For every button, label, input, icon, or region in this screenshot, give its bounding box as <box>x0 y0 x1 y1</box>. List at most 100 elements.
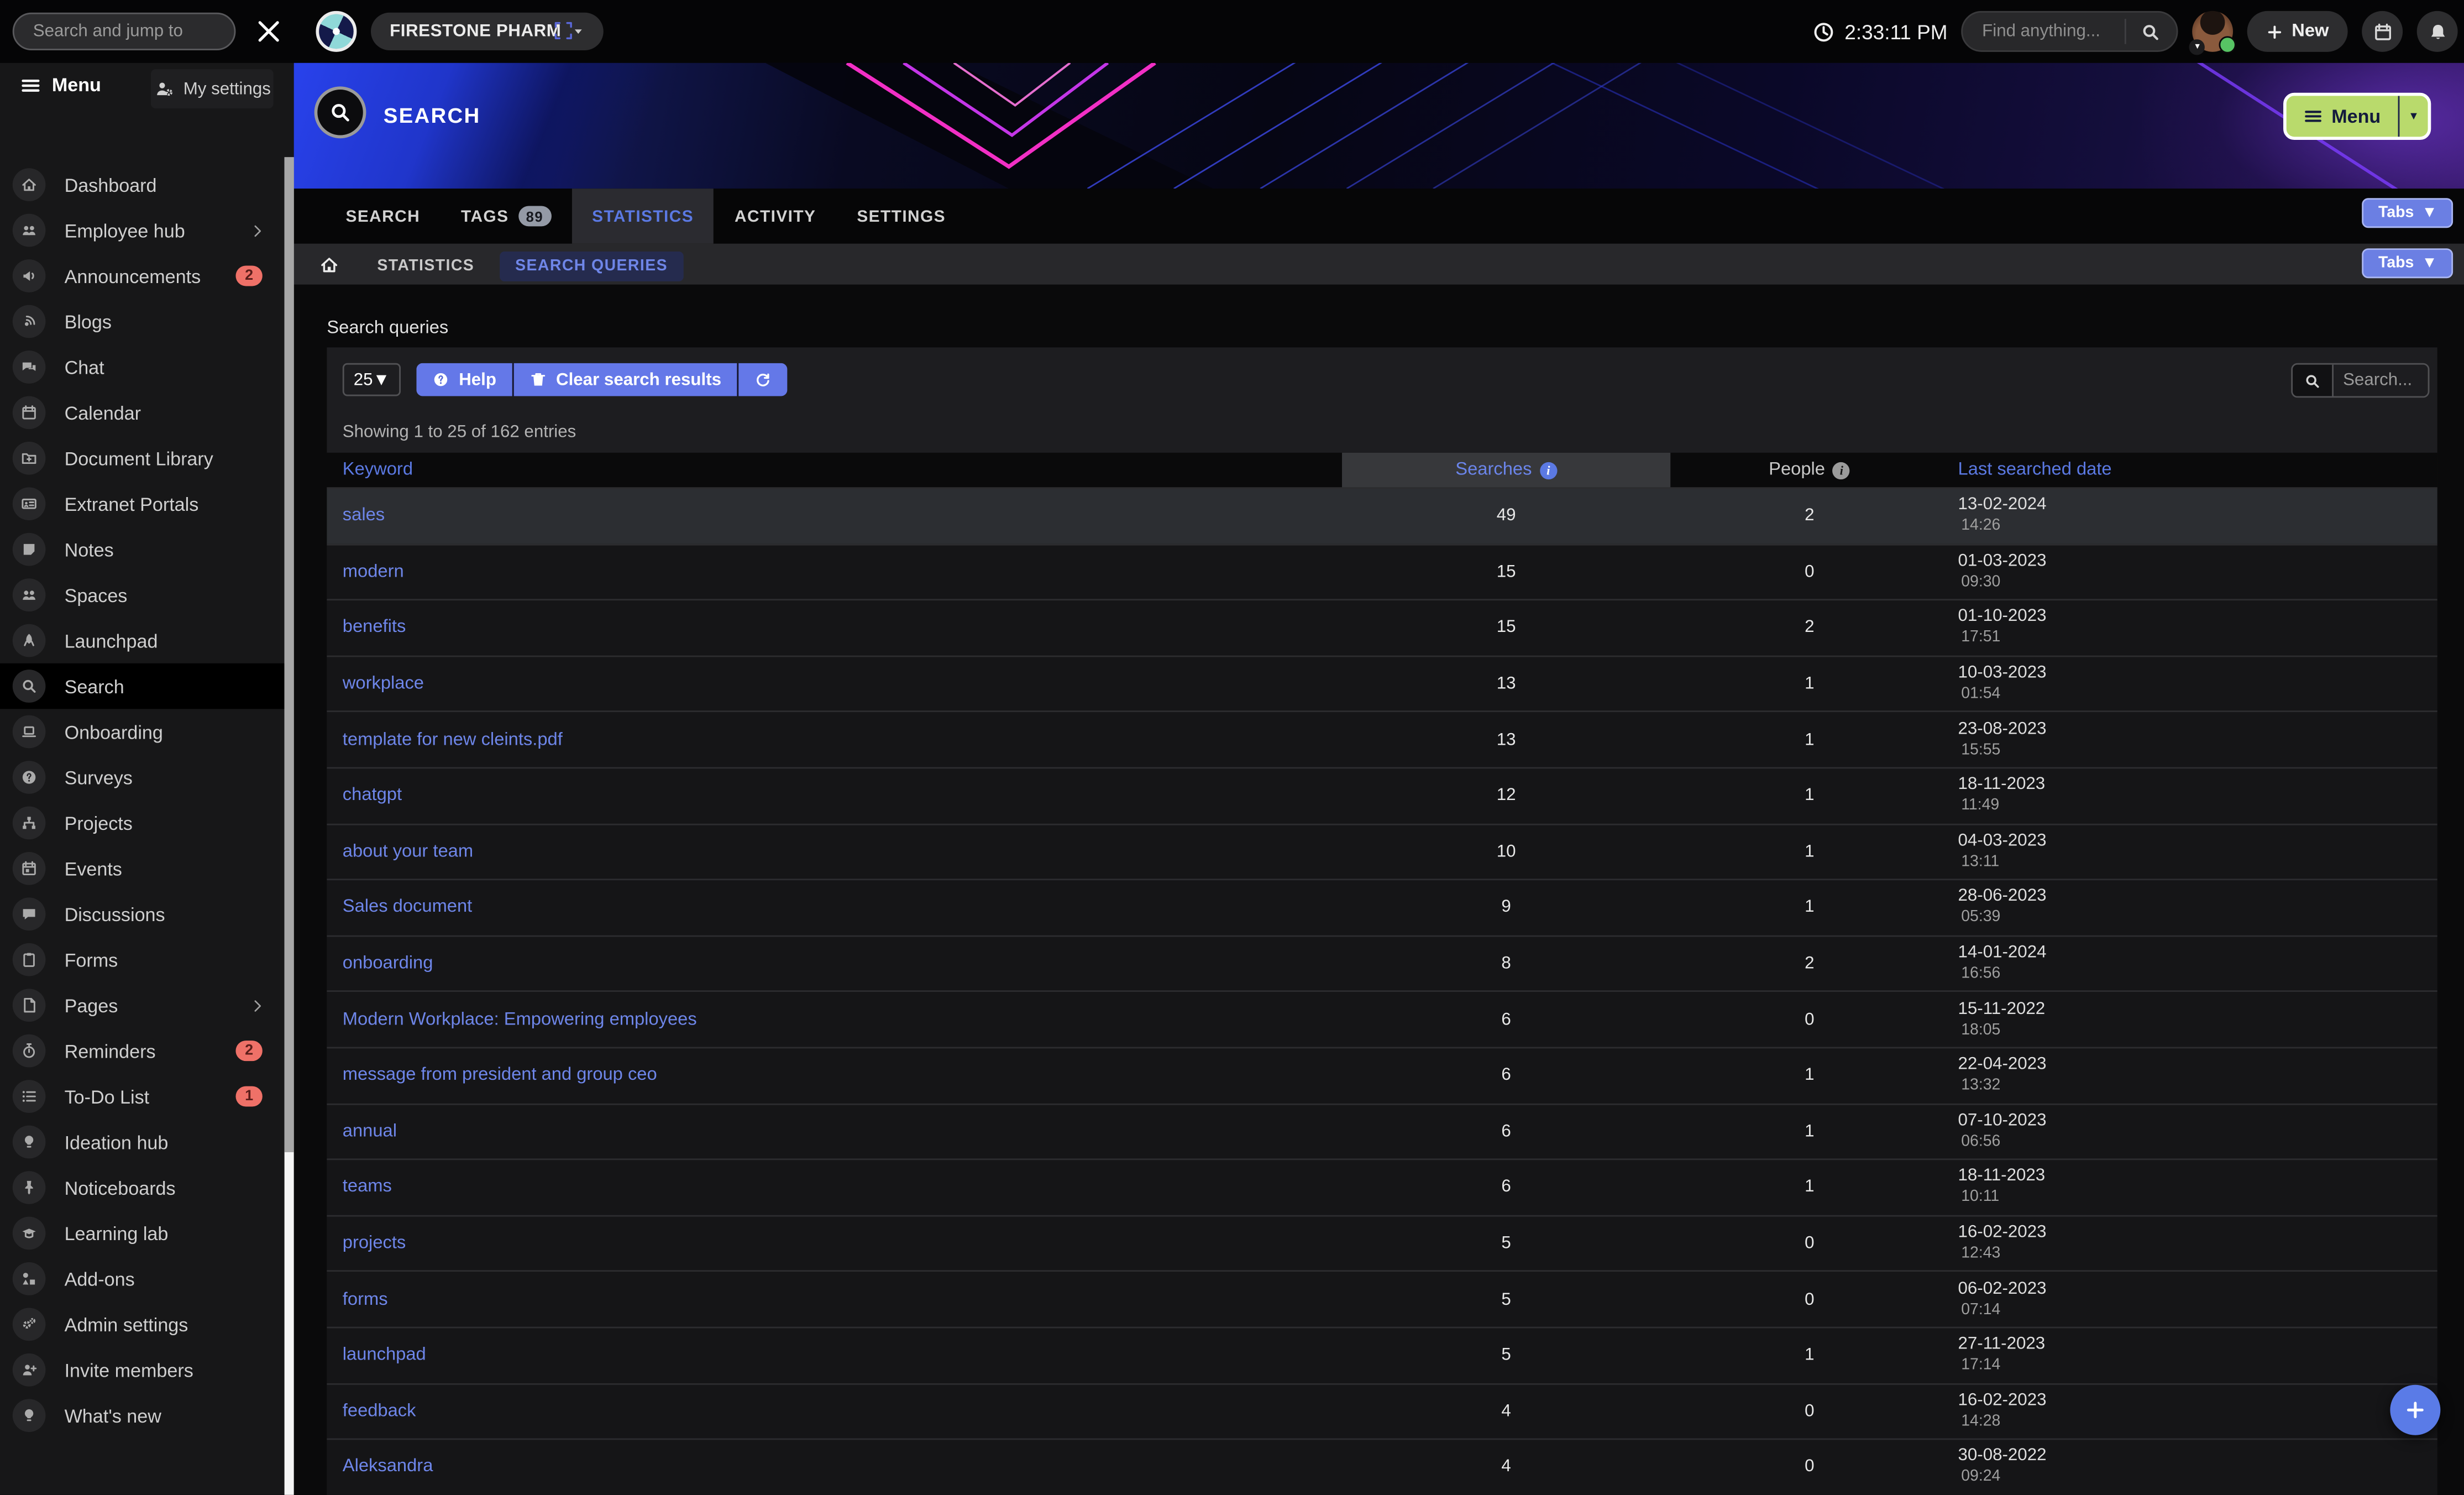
page-size-select[interactable]: 25 ▼ <box>343 363 401 396</box>
sidebar-item-announcements[interactable]: Announcements2 <box>0 253 285 299</box>
global-search-input[interactable] <box>1963 13 2142 50</box>
help-button[interactable]: Help <box>416 363 512 396</box>
column-header-people[interactable]: People i <box>1670 453 1948 488</box>
notifications-button[interactable] <box>2417 11 2458 52</box>
sidebar-item-ideation-hub[interactable]: Ideation hub <box>0 1119 285 1164</box>
clear-search-results-button[interactable]: Clear search results <box>513 363 737 396</box>
close-icon[interactable] <box>255 17 283 45</box>
column-header-last-searched[interactable]: Last searched date <box>1948 453 2437 488</box>
sidebar-item-label: Calendar <box>65 401 141 424</box>
keyword-link[interactable]: teams <box>343 1178 392 1197</box>
sidebar-menu-toggle[interactable]: Menu <box>20 74 101 96</box>
sidebar-item-label: Learning lab <box>65 1222 169 1245</box>
jump-search-input[interactable] <box>13 13 236 50</box>
keyword-link[interactable]: modern <box>343 563 404 582</box>
tab-statistics[interactable]: STATISTICS <box>572 189 714 244</box>
sidebar-item-add-ons[interactable]: Add-ons <box>0 1256 285 1301</box>
keyword-link[interactable]: onboarding <box>343 954 433 973</box>
table-search-input[interactable] <box>2334 365 2428 396</box>
fullscreen-icon[interactable] <box>553 20 574 41</box>
tab-search[interactable]: SEARCH <box>326 189 441 244</box>
scrollbar-thumb[interactable] <box>285 157 294 1152</box>
hamburger-icon <box>20 75 41 95</box>
sidebar-item-onboarding[interactable]: Onboarding <box>0 709 285 754</box>
subnav-item-search-queries[interactable]: SEARCH QUERIES <box>500 252 684 281</box>
keyword-link[interactable]: about your team <box>343 843 473 861</box>
sidebar-item-noticeboards[interactable]: Noticeboards <box>0 1165 285 1210</box>
keyword-link[interactable]: chatgpt <box>343 786 402 805</box>
column-header-keyword[interactable]: Keyword <box>327 453 1342 488</box>
keyword-link[interactable]: Aleksandra <box>343 1458 433 1477</box>
my-settings-button[interactable]: My settings <box>151 69 274 108</box>
sidebar-item-admin-settings[interactable]: Admin settings <box>0 1301 285 1347</box>
sidebar-item-forms[interactable]: Forms <box>0 937 285 982</box>
sidebar-item-blogs[interactable]: Blogs <box>0 299 285 344</box>
sidebar-scrollbar[interactable] <box>285 157 294 1495</box>
refresh-button[interactable] <box>738 363 787 396</box>
tab-settings[interactable]: SETTINGS <box>836 189 966 244</box>
keyword-link[interactable]: template for new cleints.pdf <box>343 730 563 749</box>
sidebar-item-pages[interactable]: Pages <box>0 982 285 1028</box>
sidebar-item-reminders[interactable]: Reminders2 <box>0 1028 285 1073</box>
keyword-link[interactable]: launchpad <box>343 1346 426 1365</box>
sidebar-item-dashboard[interactable]: Dashboard <box>0 162 285 207</box>
sidebar-item-projects[interactable]: Projects <box>0 800 285 845</box>
lightbulb-icon <box>13 1126 46 1159</box>
info-icon[interactable]: i <box>1833 461 1850 478</box>
keyword-link[interactable]: annual <box>343 1122 397 1141</box>
date: 27-11-2023 <box>1958 1336 2437 1353</box>
caret-down-icon: ▼ <box>373 370 390 389</box>
sidebar-item-discussions[interactable]: Discussions <box>0 891 285 937</box>
cell-last-searched: 06-02-202307:14 <box>1948 1272 2437 1326</box>
keyword-link[interactable]: message from president and group ceo <box>343 1066 657 1085</box>
sidebar-item-extranet-portals[interactable]: Extranet Portals <box>0 481 285 526</box>
tab-label: TAGS <box>461 207 508 226</box>
tab-activity[interactable]: ACTIVITY <box>714 189 836 244</box>
tabs-dropdown-button[interactable]: Tabs ▼ <box>2363 198 2453 228</box>
calendar-button[interactable] <box>2362 11 2403 52</box>
sidebar-item-calendar[interactable]: Calendar <box>0 390 285 435</box>
subnav-tabs-dropdown-button[interactable]: Tabs ▼ <box>2363 248 2453 278</box>
date: 28-06-2023 <box>1958 889 2437 906</box>
sidebar-item-events[interactable]: Events <box>0 846 285 891</box>
keyword-link[interactable]: forms <box>343 1290 388 1309</box>
keyword-link[interactable]: feedback <box>343 1402 416 1420</box>
add-button[interactable] <box>2390 1385 2440 1435</box>
note-icon <box>13 533 46 566</box>
org-logo[interactable] <box>316 11 357 52</box>
table-row: Sales document9128-06-202305:39 <box>327 879 2437 935</box>
info-icon[interactable]: i <box>1540 461 1557 478</box>
sidebar-item-employee-hub[interactable]: Employee hub <box>0 207 285 253</box>
sidebar-item-label: Events <box>65 858 122 880</box>
sidebar-item-learning-lab[interactable]: Learning lab <box>0 1210 285 1256</box>
keyword-link[interactable]: projects <box>343 1234 406 1253</box>
tab-tags[interactable]: TAGS89 <box>441 189 572 244</box>
home-icon[interactable] <box>319 254 339 274</box>
cell-searches: 5 <box>1342 1272 1670 1326</box>
cell-keyword: template for new cleints.pdf <box>327 713 1342 767</box>
keyword-link[interactable]: workplace <box>343 675 424 693</box>
sidebar-item-what-s-new[interactable]: What's new <box>0 1393 285 1438</box>
sidebar-item-chat[interactable]: Chat <box>0 344 285 390</box>
menu-dropdown-toggle[interactable]: ▼ <box>2399 96 2428 137</box>
keyword-link[interactable]: sales <box>343 506 385 525</box>
keyword-link[interactable]: Modern Workplace: Empowering employees <box>343 1010 697 1029</box>
date: 01-10-2023 <box>1958 609 2437 626</box>
sidebar-item-notes[interactable]: Notes <box>0 526 285 572</box>
cell-people: 1 <box>1670 824 1948 879</box>
sidebar-item-label: Discussions <box>65 903 165 925</box>
new-button[interactable]: New <box>2248 11 2348 52</box>
sidebar-item-spaces[interactable]: Spaces <box>0 572 285 618</box>
sidebar-item-search[interactable]: Search <box>0 663 285 709</box>
keyword-link[interactable]: Sales document <box>343 898 472 917</box>
sidebar-item-document-library[interactable]: Document Library <box>0 436 285 481</box>
subnav-item-statistics[interactable]: STATISTICS <box>377 258 474 275</box>
keyword-link[interactable]: benefits <box>343 619 406 637</box>
page-menu-button[interactable]: Menu ▼ <box>2283 93 2431 140</box>
sidebar-item-to-do-list[interactable]: To-Do List1 <box>0 1074 285 1119</box>
avatar[interactable]: ▼ <box>2193 11 2234 52</box>
sidebar-item-surveys[interactable]: Surveys <box>0 755 285 800</box>
column-header-searches[interactable]: Searches i <box>1342 453 1670 488</box>
sidebar-item-invite-members[interactable]: Invite members <box>0 1347 285 1393</box>
sidebar-item-launchpad[interactable]: Launchpad <box>0 618 285 663</box>
